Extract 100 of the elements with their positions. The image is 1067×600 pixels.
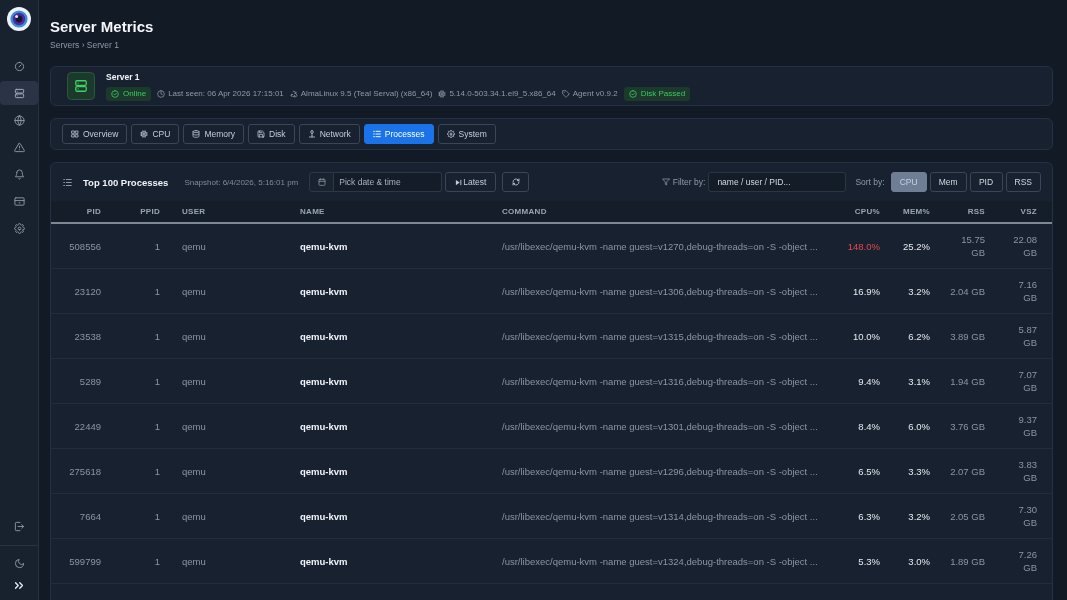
pid-cell-text: 599799 (68, 554, 102, 568)
sort-label: Sort by: (855, 177, 885, 187)
latest-button[interactable]: Latest (445, 172, 497, 192)
vsz-cell-text: 7.26 GB (1017, 548, 1038, 574)
process-name-cell-text: qemu-kvm (299, 509, 349, 523)
user-cell-text: qemu (181, 239, 207, 253)
ppid-cell-text: 1 (153, 374, 161, 388)
pid-cell-text: 22449 (73, 419, 102, 433)
tab[interactable]: Overview (62, 124, 128, 144)
column-header: PPID (139, 207, 161, 216)
user-cell-text: qemu (181, 374, 207, 388)
tab[interactable]: Network (298, 124, 360, 144)
chip-icon (140, 130, 149, 138)
pid-cell-text: 275618 (68, 464, 102, 478)
column-header: VSZ (1019, 207, 1038, 216)
filter-icon (661, 178, 670, 186)
cpu-cell-text: 6.5% (857, 464, 881, 478)
command-cell-text: /usr/libexec/qemu-kvm -name guest=v1306,debug-threads=on -S -object ... (501, 284, 819, 298)
skip-to-end-icon (455, 178, 463, 186)
badge-label: Disk Passed (640, 89, 686, 98)
check-circle-icon (628, 89, 637, 98)
command-cell-text: /usr/libexec/qemu-kvm -name guest=v1316,debug-threads=on -S -object ... (501, 374, 819, 388)
cpu-cell-text: 8.4% (857, 419, 881, 433)
vsz-cell-text: 7.16 GB (1017, 278, 1038, 304)
nav-item[interactable] (0, 81, 38, 105)
sort-option[interactable]: RSS (1005, 172, 1041, 192)
column-header: COMMAND (501, 207, 548, 216)
list-icon (372, 130, 381, 138)
column-header: MEM% (902, 207, 931, 216)
rss-cell-text: 1.89 GB (949, 554, 986, 568)
logout-icon (13, 520, 25, 532)
vsz-cell-text: 9.37 GB (1017, 413, 1038, 439)
tab[interactable]: Memory (183, 124, 245, 144)
server-icon (67, 72, 95, 100)
mem-cell-text: 3.2% (907, 284, 931, 298)
pid-cell-text: 5289 (78, 374, 102, 388)
rss-cell-text: 15.75 GB (960, 233, 986, 259)
recycle-icon (289, 89, 298, 98)
mem-cell-text: 25.2% (902, 239, 931, 253)
ppid-cell-text: 1 (153, 419, 161, 433)
server-info-text: 5.14.0-503.34.1.el9_5.x86_64 (449, 89, 556, 98)
refresh-button[interactable] (502, 172, 530, 192)
tab[interactable]: CPU (131, 124, 180, 144)
ppid-cell-text: 1 (153, 329, 161, 343)
check-circle-icon (111, 89, 119, 98)
double-chevron-icon (15, 581, 23, 589)
badge-label: Online (123, 89, 147, 98)
pid-cell-text: 508556 (68, 239, 102, 253)
settings-icon (446, 130, 455, 138)
user-cell-text: qemu (181, 509, 207, 523)
network-node-icon (307, 130, 316, 138)
pid-cell-text: 23538 (73, 329, 102, 343)
panel-title: Top 100 Processes (83, 176, 169, 188)
gauge-icon (13, 60, 25, 72)
grid-icon (71, 130, 79, 138)
process-name-cell-text: qemu-kvm (299, 239, 349, 253)
user-cell-text: qemu (181, 284, 207, 298)
vsz-cell-text: 7.30 GB (1017, 503, 1038, 529)
user-cell-text: qemu (181, 419, 207, 433)
sort-option[interactable]: Mem (929, 172, 967, 192)
mem-cell-text: 3.3% (907, 464, 931, 478)
settings-icon (13, 222, 25, 234)
moon-icon (13, 557, 25, 569)
cpu-cell-text: 9.4% (857, 374, 881, 388)
command-cell-text: /usr/libexec/qemu-kvm -name guest=v1296,debug-threads=on -S -object ... (501, 464, 819, 478)
rss-cell-text: 3.89 GB (949, 329, 986, 343)
command-cell-text: /usr/libexec/qemu-kvm -name guest=v1301,debug-threads=on -S -object ... (501, 419, 819, 433)
process-name-cell-text: qemu-kvm (299, 554, 349, 568)
card-icon (13, 195, 25, 207)
date-time-field[interactable]: Pick date & time (334, 172, 443, 192)
ppid-cell-text: 1 (153, 464, 161, 478)
rss-cell-text: 3.76 GB (949, 419, 986, 433)
mem-cell-text: 6.0% (907, 419, 931, 433)
tab[interactable]: Disk (248, 124, 295, 144)
user-cell-text: qemu (181, 329, 207, 343)
process-name-cell-text: qemu-kvm (299, 419, 349, 433)
rss-cell-text: 2.07 GB (949, 464, 986, 478)
rss-cell-text: 2.05 GB (949, 509, 986, 523)
vsz-cell-text: 5.87 GB (1017, 323, 1038, 349)
process-name-cell-text: qemu-kvm (299, 374, 349, 388)
column-header: CPU% (853, 207, 881, 216)
sort-option[interactable]: PID (969, 172, 1003, 192)
breadcrumb: Servers › Server 1 (50, 39, 120, 51)
filter-field[interactable]: name / user / PID... (708, 172, 847, 192)
pid-cell-text: 7664 (78, 509, 102, 523)
rss-cell-text: 1.94 GB (949, 374, 986, 388)
tab[interactable]: System (437, 124, 496, 144)
list-icon (63, 177, 72, 187)
ppid-cell-text: 1 (153, 554, 161, 568)
cpu-cell-text: 148.0% (846, 239, 881, 253)
process-name-cell-text: qemu-kvm (299, 329, 349, 343)
cpu-cell-text: 16.9% (852, 284, 881, 298)
database-icon (192, 130, 201, 138)
vsz-cell-text: 7.07 GB (1017, 368, 1038, 394)
command-cell-text: /usr/libexec/qemu-kvm -name guest=v1324,debug-threads=on -S -object ... (501, 554, 819, 568)
user-cell-text: qemu (181, 464, 207, 478)
mem-cell-text: 3.0% (907, 554, 931, 568)
process-name-cell-text: qemu-kvm (299, 464, 349, 478)
tab[interactable]: Processes (363, 124, 434, 144)
server-info-text: AlmaLinux 9.5 (Teal Serval) (x86_64) (300, 89, 433, 98)
